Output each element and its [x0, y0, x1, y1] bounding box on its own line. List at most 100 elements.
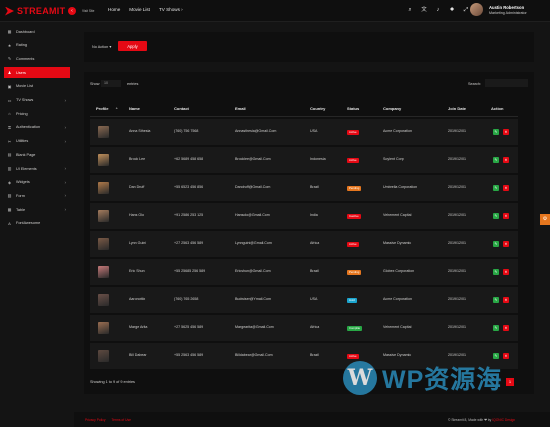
cell-email: Ericshun@Gmail.Com	[235, 269, 271, 273]
col-join-date[interactable]: Join Date	[448, 106, 466, 111]
nav-home[interactable]: Home	[108, 7, 120, 12]
edit-button[interactable]: ✎	[493, 353, 499, 359]
profile-avatar	[98, 182, 109, 194]
sidebar-item-utilities[interactable]: ✂ Utilities ›	[4, 136, 70, 147]
privacy-policy-link[interactable]: Privacy Policy	[85, 418, 106, 422]
chevron-right-icon: ›	[64, 124, 67, 130]
col-email[interactable]: Email	[235, 106, 246, 111]
cell-company: Vehement Capital	[383, 213, 412, 217]
status-badge: Complite	[347, 325, 363, 331]
sidebar-item-table[interactable]: ▦ Table ›	[4, 204, 70, 215]
sidebar-item-tv-shows[interactable]: ▭ TV Shows ›	[4, 95, 70, 106]
edit-button[interactable]: ✎	[493, 325, 499, 331]
profile-avatar	[98, 210, 109, 222]
footer-links: Privacy Policy Terms of Use	[85, 418, 131, 422]
tool-icon: ✂	[7, 138, 12, 144]
sidebar-item-label: FontAwesome	[16, 221, 41, 226]
bell-icon[interactable]: ♪	[435, 7, 441, 13]
edit-button[interactable]: ✎	[493, 157, 499, 163]
sidebar-item-ui-elements[interactable]: ▥ UI Elements ›	[4, 163, 70, 174]
sidebar-toggle-button[interactable]: ‹	[68, 7, 76, 15]
user-role: Marketing Administrator	[489, 11, 527, 15]
col-action[interactable]: Action	[491, 106, 503, 111]
sidebar-item-label: Widgets	[16, 180, 30, 185]
grid-icon: ▥	[7, 166, 12, 171]
cell-name: Eric Shun	[129, 269, 145, 273]
delete-button[interactable]: ✕	[503, 241, 509, 247]
sidebar-item-label: Form	[16, 193, 25, 198]
cell-name: Marge Arita	[129, 325, 148, 329]
search-icon[interactable]: ⌕	[407, 7, 413, 13]
sidebar-item-pricing[interactable]: ⌂ Pricing	[4, 108, 70, 119]
brand-name: STREAMIT	[17, 6, 66, 16]
user-avatar[interactable]	[470, 3, 483, 16]
sidebar-item-comments[interactable]: ✎ Comments	[4, 53, 70, 64]
sidebar-item-dashboard[interactable]: ▦ Dashboard	[4, 26, 70, 37]
edit-button[interactable]: ✎	[493, 241, 499, 247]
cell-company: Acme Corporation	[383, 297, 412, 301]
watermark-text: WP资源海	[382, 366, 503, 394]
sidebar-item-blank-page[interactable]: ▤ Blank Page	[4, 149, 70, 160]
delete-button[interactable]: ✕	[503, 213, 509, 219]
delete-button[interactable]: ✕	[503, 325, 509, 331]
cell-email: Margearita@Gmail.Com	[235, 325, 274, 329]
col-status[interactable]: Status	[347, 106, 359, 111]
delete-button[interactable]: ✕	[503, 185, 509, 191]
chevron-right-icon: ›	[64, 138, 67, 144]
visit-site-link[interactable]: Visit Site	[82, 9, 94, 13]
tag-icon: ⌂	[8, 111, 11, 117]
delete-button[interactable]: ✕	[503, 269, 509, 275]
sidebar-item-users[interactable]: ♟ Users	[4, 67, 70, 79]
cell-name: Hans Olo	[129, 213, 144, 217]
brand-logo[interactable]: STREAMIT	[5, 5, 65, 17]
col-country[interactable]: Country	[310, 106, 325, 111]
search-input[interactable]	[485, 79, 528, 87]
settings-drawer-icon[interactable]: ⚙	[540, 214, 550, 225]
cell-name: Brock Lee	[129, 157, 146, 161]
sidebar-item-movie-list[interactable]: ▣ Movie List	[4, 81, 70, 92]
copyright: © Streamit 8, Made with ❤ by IQONIC Desi…	[448, 418, 515, 422]
delete-button[interactable]: ✕	[503, 297, 509, 303]
nav-movie-list[interactable]: Movie List	[129, 7, 150, 12]
cell-contact: +91 2586 253 125	[174, 213, 204, 217]
status-badge: Active	[347, 157, 359, 163]
page-size-select[interactable]: 10	[101, 80, 121, 87]
edit-button[interactable]: ✎	[493, 129, 499, 135]
sidebar-item-fontawesome[interactable]: A FontAwesome	[4, 218, 70, 229]
edit-button[interactable]: ✎	[493, 185, 499, 191]
sidebar-item-label: Pricing	[16, 111, 28, 116]
delete-button[interactable]: ✕	[503, 353, 509, 359]
sidebar-item-rating[interactable]: ★ Rating	[4, 40, 70, 51]
cell-email: Annasthesia@Gmail.Com	[235, 129, 277, 133]
chevron-right-icon: ›	[64, 179, 67, 185]
sidebar-item-widgets[interactable]: ◈ Widgets ›	[4, 177, 70, 188]
copyright-link[interactable]: IQONIC Design	[492, 418, 515, 422]
edit-button[interactable]: ✎	[493, 269, 499, 275]
apply-button[interactable]: Apply	[118, 41, 147, 51]
terms-link[interactable]: Terms of Use	[112, 418, 131, 422]
sidebar-item-authentication[interactable]: ⚿ Authentication ›	[4, 122, 70, 133]
sidebar-item-label: Movie List	[16, 84, 34, 89]
top-nav: Home Movie List TV Shows ›	[108, 7, 183, 12]
cell-contact: +27 2563 456 589	[174, 241, 204, 245]
fullscreen-icon[interactable]: ⤢	[463, 7, 469, 13]
edit-button[interactable]: ✎	[493, 213, 499, 219]
nav-tv-shows[interactable]: TV Shows ›	[159, 7, 183, 12]
search-label: Search:	[468, 82, 482, 86]
user-name[interactable]: Austin Robertson	[489, 5, 524, 10]
page-button[interactable]: 1	[506, 378, 514, 386]
cell-email: Billdabear@Gmail.Com	[235, 353, 273, 357]
col-profile[interactable]: Profile	[96, 106, 108, 111]
delete-button[interactable]: ✕	[503, 129, 509, 135]
edit-button[interactable]: ✎	[493, 297, 499, 303]
settings-icon[interactable]: ✹	[449, 7, 455, 13]
col-company[interactable]: Company	[383, 106, 401, 111]
translate-icon[interactable]: 文	[421, 7, 427, 13]
delete-button[interactable]: ✕	[503, 157, 509, 163]
bulk-action-select[interactable]: No Action ▾	[92, 44, 111, 49]
col-contact[interactable]: Contact	[174, 106, 189, 111]
col-name[interactable]: Name	[129, 106, 140, 111]
status-badge: Inactive	[347, 213, 361, 219]
cell-company: Globex Corporation	[383, 269, 415, 273]
sidebar-item-form[interactable]: ▧ Form ›	[4, 190, 70, 201]
